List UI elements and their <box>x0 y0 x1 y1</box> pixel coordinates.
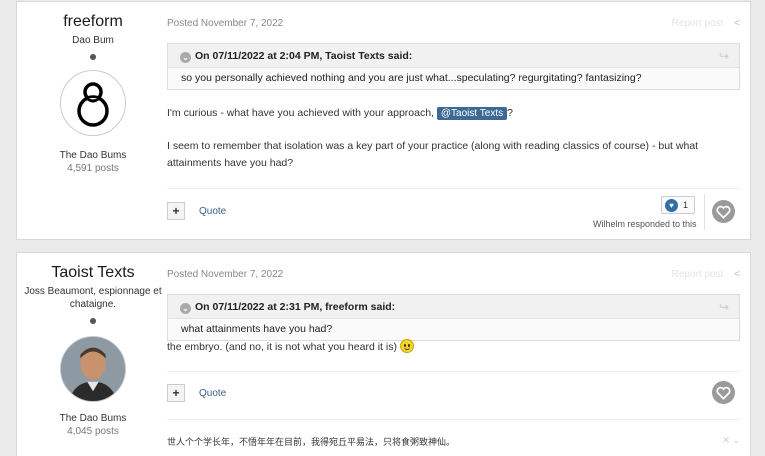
post-freeform: freeform Dao Bum The Dao Bums 4,591 post… <box>16 1 751 240</box>
author-name[interactable]: Taoist Texts <box>17 264 169 282</box>
separator <box>704 194 705 230</box>
heart-outline-icon <box>716 205 731 219</box>
post-paragraph-2: I seem to remember that isolation was a … <box>167 140 699 169</box>
posted-date[interactable]: November 7, 2022 <box>201 18 283 29</box>
online-status-dot <box>90 54 96 60</box>
reaction-summary[interactable]: Wilhelm responded to this <box>593 219 697 229</box>
collapse-icon[interactable]: ⌄ <box>180 303 191 314</box>
gourd-icon <box>77 82 109 127</box>
react-button[interactable] <box>712 381 735 404</box>
author-group: The Dao Bums <box>59 413 127 424</box>
multiquote-button[interactable]: + <box>167 384 185 402</box>
posted-label: Posted <box>167 18 199 29</box>
divider <box>167 188 740 189</box>
reaction-number: 1 <box>683 200 689 210</box>
author-name[interactable]: freeform <box>17 13 169 31</box>
author-panel: Taoist Texts Joss Beaumont, espionnage e… <box>17 253 169 437</box>
goto-quote-icon[interactable]: ↪ <box>719 300 729 314</box>
post-taoist-texts: Taoist Texts Joss Beaumont, espionnage e… <box>16 252 751 456</box>
quote-citation: ⌄ On 07/11/2022 at 2:04 PM, Taoist Texts … <box>168 44 739 68</box>
quote-body: so you personally achieved nothing and y… <box>181 72 642 84</box>
quote-button[interactable]: Quote <box>199 388 226 399</box>
post-tools: Report post < <box>672 18 740 29</box>
heart-outline-icon <box>716 386 731 400</box>
reaction-count[interactable]: ♥ 1 <box>661 196 695 214</box>
share-icon[interactable]: < <box>734 18 740 29</box>
report-post-link[interactable]: Report post <box>672 269 724 280</box>
author-group: The Dao Bums <box>59 150 127 161</box>
posted-label: Posted <box>167 269 199 280</box>
author-title: Joss Beaumont, espionnage et chataigne. <box>24 286 162 310</box>
goto-quote-icon[interactable]: ↪ <box>719 49 729 63</box>
signature-toggle-icon[interactable]: ✕ ⌄ <box>722 435 740 446</box>
quote-block: ⌄ On 07/11/2022 at 2:31 PM, freeform said… <box>167 294 740 341</box>
paragraph-text-end: ? <box>507 107 513 119</box>
paragraph-text: the embryo. (and no, it is not what you … <box>167 341 397 353</box>
author-title: Dao Bum <box>72 35 114 46</box>
divider <box>167 371 740 372</box>
paragraph-text: I'm curious - what have you achieved wit… <box>167 107 434 119</box>
avatar[interactable] <box>60 336 126 402</box>
online-status-dot <box>90 318 96 324</box>
heart-icon: ♥ <box>665 199 678 212</box>
posted-date[interactable]: November 7, 2022 <box>201 269 283 280</box>
post-meta: Posted November 7, 2022 <box>167 18 283 29</box>
quote-citation-text: On 07/11/2022 at 2:31 PM, freeform said: <box>195 301 396 313</box>
share-icon[interactable]: < <box>734 269 740 280</box>
quote-citation-text: On 07/11/2022 at 2:04 PM, Taoist Texts s… <box>195 50 413 62</box>
collapse-icon[interactable]: ⌄ <box>180 52 191 63</box>
post-paragraph: I'm curious - what have you achieved wit… <box>167 105 513 122</box>
signature-divider <box>167 419 740 420</box>
user-photo-icon <box>61 337 125 401</box>
user-mention[interactable]: @Taoist Texts <box>436 107 508 120</box>
quote-body: what attainments have you had? <box>181 323 333 335</box>
post-meta: Posted November 7, 2022 <box>167 269 283 280</box>
smile-emoji-icon <box>399 339 414 353</box>
report-post-link[interactable]: Report post <box>672 18 724 29</box>
post-tools: Report post < <box>672 269 740 280</box>
quote-block: ⌄ On 07/11/2022 at 2:04 PM, Taoist Texts … <box>167 43 740 90</box>
quote-citation: ⌄ On 07/11/2022 at 2:31 PM, freeform said… <box>168 295 739 319</box>
post-paragraph: the embryo. (and no, it is not what you … <box>167 339 414 356</box>
author-post-count[interactable]: 4,045 posts <box>17 426 169 437</box>
avatar[interactable] <box>60 70 126 136</box>
multiquote-button[interactable]: + <box>167 202 185 220</box>
signature: 世人个个学长年，不悟年年在目前，我得宛丘平易法，只将食粥致神仙。 <box>167 437 456 447</box>
react-button[interactable] <box>712 200 735 223</box>
author-panel: freeform Dao Bum The Dao Bums 4,591 post… <box>17 2 169 174</box>
author-post-count[interactable]: 4,591 posts <box>17 163 169 174</box>
quote-button[interactable]: Quote <box>199 206 226 217</box>
